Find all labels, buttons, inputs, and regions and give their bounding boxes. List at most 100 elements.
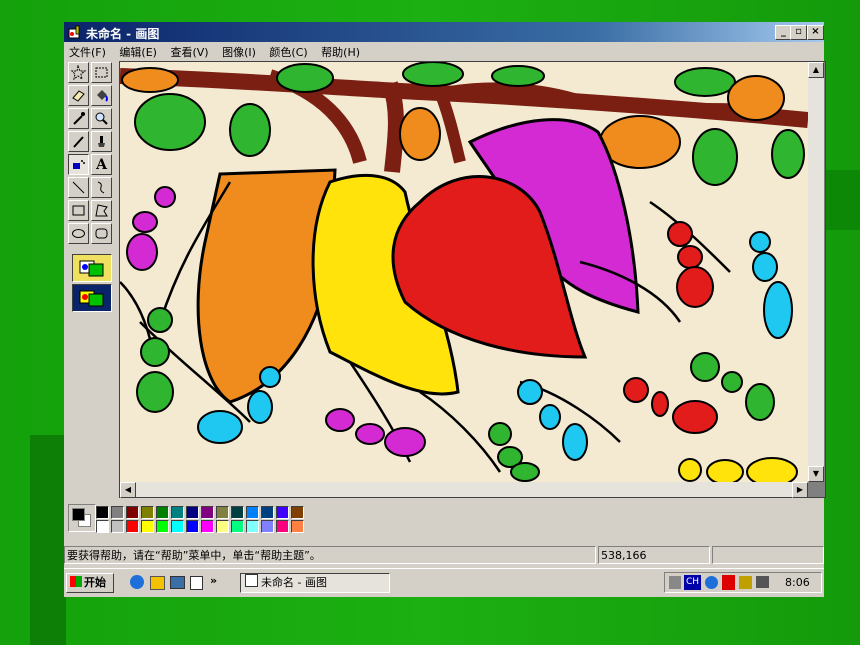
rectangle-tool[interactable] [68, 200, 89, 221]
ellipse-icon [72, 229, 85, 238]
star-select-icon [71, 65, 86, 80]
task-label: 未命名 - 画图 [261, 576, 327, 589]
magnifier-icon [95, 112, 108, 125]
volume-icon[interactable] [669, 576, 681, 589]
start-label: 开始 [84, 576, 106, 589]
eraser-tool[interactable] [68, 85, 89, 106]
task-paint[interactable]: 未命名 - 画图 [240, 573, 390, 593]
text-tool[interactable]: A [91, 154, 112, 175]
color-swatch[interactable] [141, 520, 154, 533]
color-swatch[interactable] [126, 506, 139, 519]
menu-view[interactable]: 查看(V) [165, 42, 213, 62]
scroll-left-icon[interactable]: ◀ [120, 482, 136, 498]
rounded-rect-icon [95, 228, 108, 239]
foreground-color [72, 508, 85, 521]
selection-size [712, 546, 824, 564]
color-swatch[interactable] [96, 506, 109, 519]
color-swatch[interactable] [291, 506, 304, 519]
color-swatch[interactable] [96, 520, 109, 533]
color-swatch[interactable] [141, 506, 154, 519]
color-swatch[interactable] [171, 520, 184, 533]
color-swatch[interactable] [231, 520, 244, 533]
curve-tool[interactable] [91, 177, 112, 198]
system-tray: CH 8:06 [664, 572, 822, 593]
status-bar: 要获得帮助，请在“帮助”菜单中，单击“帮助主题”。 538,166 [64, 546, 824, 566]
color-swatch[interactable] [246, 520, 259, 533]
rounded-rect-tool[interactable] [91, 223, 112, 244]
menu-file[interactable]: 文件(F) [64, 42, 111, 62]
polygon-tool[interactable] [91, 200, 112, 221]
pick-color-tool[interactable] [68, 108, 89, 129]
scroll-right-icon[interactable]: ▶ [792, 482, 808, 498]
color-swatch[interactable] [276, 520, 289, 533]
network-icon[interactable] [705, 576, 718, 589]
outlook-icon[interactable] [150, 576, 165, 590]
color-swatch[interactable] [156, 506, 169, 519]
pencil-tool[interactable] [68, 131, 89, 152]
color-swatch[interactable] [261, 520, 274, 533]
brush-tool[interactable] [91, 131, 112, 152]
menu-edit[interactable]: 编辑(E) [114, 42, 162, 62]
drawing-area[interactable] [119, 61, 826, 498]
bucket-icon [97, 90, 108, 102]
color-swatch[interactable] [126, 520, 139, 533]
menu-help[interactable]: 帮助(H) [316, 42, 365, 62]
color-swatch[interactable] [261, 506, 274, 519]
maximize-button[interactable]: ▫ [790, 25, 807, 40]
color-swatch[interactable] [186, 506, 199, 519]
window-title: 未命名 - 画图 [86, 27, 160, 41]
scroll-down-icon[interactable]: ▼ [808, 466, 824, 482]
color-swatch[interactable] [201, 506, 214, 519]
line-tool[interactable] [68, 177, 89, 198]
start-button[interactable]: 开始 [66, 573, 114, 593]
fill-tool[interactable] [91, 85, 112, 106]
printer-icon[interactable] [756, 576, 769, 588]
vertical-scrollbar[interactable]: ▲ ▼ [808, 62, 824, 482]
quick-launch: » [122, 573, 242, 593]
color-swatch[interactable] [216, 520, 229, 533]
color-swatch[interactable] [201, 520, 214, 533]
ime-badge[interactable]: CH [684, 575, 702, 590]
ellipse-tool[interactable] [68, 223, 89, 244]
close-button[interactable]: × [807, 25, 824, 40]
color-palette [64, 500, 824, 540]
horizontal-scrollbar[interactable]: ◀ ▶ [120, 482, 808, 498]
input-method-icon[interactable] [739, 576, 752, 589]
color-swatch[interactable] [111, 520, 124, 533]
color-swatch[interactable] [171, 506, 184, 519]
scroll-up-icon[interactable]: ▲ [808, 62, 824, 78]
menu-colors[interactable]: 颜色(C) [264, 42, 312, 62]
antivirus-icon[interactable] [722, 575, 735, 590]
color-swatch[interactable] [276, 506, 289, 519]
taskbar: 开始 » 未命名 - 画图 CH 8:06 [64, 568, 824, 597]
free-select-tool[interactable] [68, 62, 89, 83]
airbrush-tool[interactable] [68, 154, 89, 175]
windows-logo-icon [70, 576, 82, 587]
desktop-icon[interactable] [170, 576, 185, 589]
color-swatch[interactable] [111, 506, 124, 519]
polygon-icon [95, 204, 108, 217]
color-swatch[interactable] [246, 506, 259, 519]
magnifier-tool[interactable] [91, 108, 112, 129]
color-swatch[interactable] [156, 520, 169, 533]
text-A-icon: A [96, 156, 107, 173]
title-bar[interactable]: 未命名 - 画图 _ ▫ × [64, 22, 824, 42]
notepad-icon[interactable] [190, 576, 203, 590]
tool-option-transparent[interactable] [72, 284, 112, 312]
color-swatch[interactable] [291, 520, 304, 533]
color-swatch[interactable] [216, 506, 229, 519]
cursor-coords: 538,166 [598, 546, 710, 564]
tool-option-opaque[interactable] [72, 254, 112, 282]
rect-select-tool[interactable] [91, 62, 112, 83]
ie-icon[interactable] [130, 575, 144, 589]
line-icon [72, 181, 85, 194]
more-launch-icon[interactable]: » [210, 574, 217, 587]
color-swatch[interactable] [231, 506, 244, 519]
drawing-canvas[interactable] [120, 62, 808, 482]
help-status: 要获得帮助，请在“帮助”菜单中，单击“帮助主题”。 [64, 546, 596, 564]
current-colors [68, 504, 96, 532]
menu-image[interactable]: 图像(I) [217, 42, 261, 62]
rectangle-icon [72, 205, 85, 216]
color-swatch[interactable] [186, 520, 199, 533]
clock[interactable]: 8:06 [785, 576, 810, 589]
